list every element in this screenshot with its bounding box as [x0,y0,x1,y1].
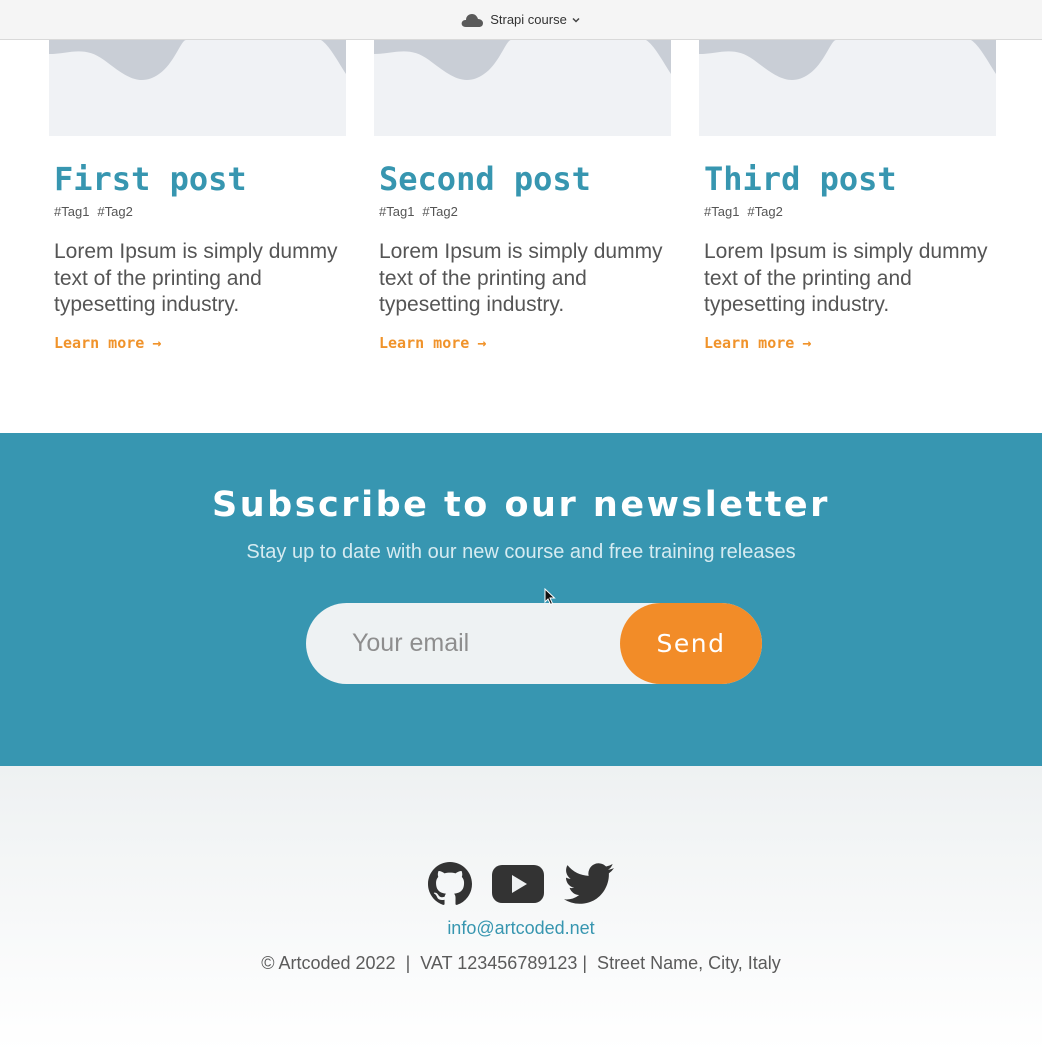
post-title[interactable]: First post [54,160,247,198]
tag[interactable]: #Tag1 [54,204,89,219]
post-card: Second post #Tag1 #Tag2 Lorem Ipsum is si… [374,40,671,352]
mouse-cursor-icon [544,588,556,606]
footer: info@artcoded.net © Artcoded 2022 | VAT … [0,766,1042,1052]
learn-more-label: Learn more [379,334,470,352]
post-description: Lorem Ipsum is simply dummy text of the … [379,240,663,316]
post-card: First post #Tag1 #Tag2 Lorem Ipsum is sim… [49,40,346,352]
newsletter-section: Subscribe to our newsletter Stay up to d… [0,433,1042,766]
post-tags: #Tag1 #Tag2 [704,204,791,219]
github-icon[interactable] [428,862,472,906]
post-title[interactable]: Third post [704,160,897,198]
post-description: Lorem Ipsum is simply dummy text of the … [704,240,988,316]
post-title[interactable]: Second post [379,160,591,198]
youtube-icon[interactable] [492,865,544,903]
tag[interactable]: #Tag2 [747,204,782,219]
post-description: Lorem Ipsum is simply dummy text of the … [54,240,338,316]
learn-more-link[interactable]: Learn more → [704,334,811,352]
newsletter-heading: Subscribe to our newsletter [212,485,830,525]
post-card: Third post #Tag1 #Tag2 Lorem Ipsum is sim… [699,40,996,352]
learn-more-link[interactable]: Learn more → [54,334,161,352]
browser-top-bar: Strapi course [0,0,1042,40]
arrow-right-icon: → [152,334,162,352]
tag[interactable]: #Tag1 [704,204,739,219]
footer-legal-text: © Artcoded 2022 | VAT 123456789123 | Str… [261,953,781,973]
newsletter-form: Send [306,603,762,684]
tab-title[interactable]: Strapi course [490,12,567,27]
post-tags: #Tag1 #Tag2 [54,204,141,219]
learn-more-label: Learn more [54,334,145,352]
contact-email-link[interactable]: info@artcoded.net [0,918,1042,939]
learn-more-link[interactable]: Learn more → [379,334,486,352]
learn-more-label: Learn more [704,334,795,352]
tag[interactable]: #Tag2 [422,204,457,219]
post-thumbnail [374,40,671,136]
chevron-down-icon[interactable] [571,15,581,25]
send-button[interactable]: Send [620,603,762,684]
arrow-right-icon: → [802,334,812,352]
twitter-icon[interactable] [564,863,614,905]
post-thumbnail [49,40,346,136]
tag[interactable]: #Tag2 [97,204,132,219]
arrow-right-icon: → [477,334,487,352]
social-links [0,862,1042,906]
newsletter-subheading: Stay up to date with our new course and … [246,541,796,563]
post-tags: #Tag1 #Tag2 [379,204,466,219]
post-thumbnail [699,40,996,136]
tag[interactable]: #Tag1 [379,204,414,219]
cloud-icon [461,13,484,27]
